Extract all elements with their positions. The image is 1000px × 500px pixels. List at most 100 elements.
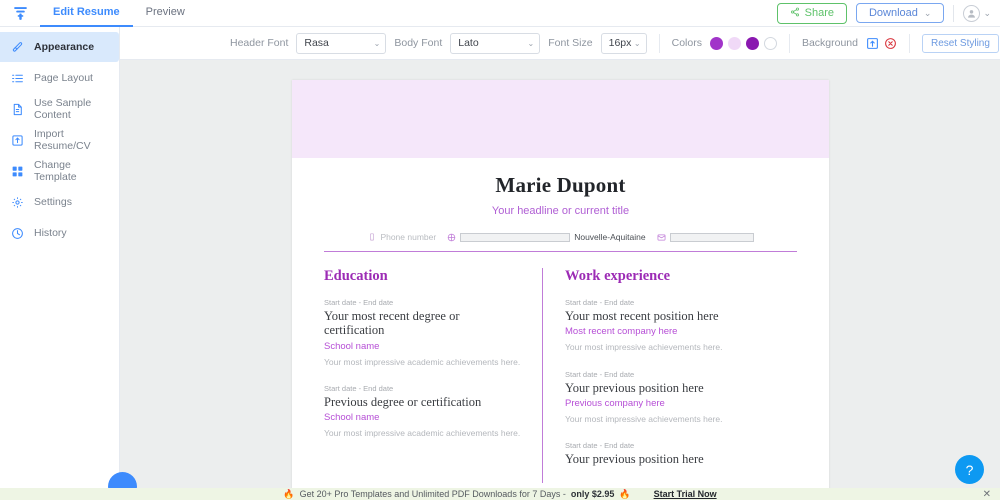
entry-title: Previous degree or certification — [324, 395, 482, 410]
work-entry[interactable]: Start date - End date Your most recent p… — [565, 298, 797, 354]
header-font-label: Header Font — [230, 37, 289, 49]
work-section-title[interactable]: Work experience — [565, 268, 797, 285]
work-entry[interactable]: Start date - End date Your previous posi… — [565, 441, 797, 466]
user-avatar-icon — [963, 4, 981, 22]
header-divider — [324, 251, 797, 252]
styling-toolbar: Header Font Rasa ⌄ Body Font Lato ⌄ Font… — [120, 27, 1000, 60]
chevron-down-icon: ⌄ — [983, 7, 991, 18]
color-swatches — [709, 36, 777, 50]
account-menu[interactable]: ⌄ — [963, 4, 991, 22]
contact-email[interactable] — [657, 232, 754, 242]
phone-icon — [367, 233, 376, 242]
entry-organization: Most recent company here — [565, 326, 678, 338]
share-button-label: Share — [804, 7, 834, 19]
clock-icon — [10, 226, 25, 241]
header-font-value: Rasa — [304, 37, 329, 49]
promo-text: Get 20+ Pro Templates and Unlimited PDF … — [299, 489, 566, 499]
header-font-select[interactable]: Rasa ⌄ — [296, 32, 387, 54]
resume-name[interactable]: Marie Dupont — [324, 173, 797, 198]
chevron-down-icon: ⌄ — [633, 38, 641, 48]
font-size-label: Font Size — [548, 37, 593, 49]
list-layout-icon — [10, 71, 25, 86]
resume-page[interactable]: Marie Dupont Your headline or current ti… — [292, 80, 829, 488]
work-entry[interactable]: Start date - End date Your previous posi… — [565, 370, 797, 426]
tab-preview[interactable]: Preview — [133, 0, 198, 27]
location-icon — [447, 233, 456, 242]
education-entry[interactable]: Start date - End date Your most recent d… — [324, 298, 522, 368]
promo-price: only $2.95 — [570, 489, 615, 499]
share-nodes-icon — [790, 7, 800, 20]
contact-phone-label: Phone number — [380, 232, 437, 242]
sidebar-item-label: Change Template — [34, 159, 77, 183]
resume-headline[interactable]: Your headline or current title — [324, 205, 797, 217]
chevron-down-icon: ⌄ — [373, 38, 381, 48]
top-bar-actions: Share Download ⌄ ⌄ — [776, 2, 1000, 24]
sidebar-item-page-layout[interactable]: Page Layout — [0, 63, 119, 93]
reset-styling-button[interactable]: Reset Styling — [922, 33, 999, 53]
font-size-select[interactable]: 16px ⌄ — [600, 32, 647, 54]
color-swatch-4[interactable] — [763, 36, 777, 50]
contact-location-placeholder-field[interactable] — [460, 232, 571, 242]
funnel-logo-icon[interactable] — [0, 5, 40, 22]
flame-icon: 🔥 — [283, 488, 295, 499]
education-column: Education Start date - End date Your mos… — [324, 268, 542, 483]
entry-description: Your most impressive achievements here. — [565, 414, 723, 425]
resume-banner[interactable] — [292, 80, 829, 158]
contact-location-label: Nouvelle-Aquitaine — [574, 232, 646, 242]
sidebar-item-label: Import Resume/CV — [34, 128, 91, 152]
contact-phone[interactable]: Phone number — [367, 232, 436, 242]
download-button-label: Download — [868, 7, 918, 19]
start-trial-link[interactable]: Start Trial Now — [654, 489, 717, 499]
chevron-down-icon: ⌄ — [527, 38, 535, 48]
sidebar-item-change-template[interactable]: Change Template — [0, 156, 119, 186]
sidebar-item-appearance[interactable]: Appearance — [0, 32, 119, 62]
main-tabs: Edit Resume Preview — [40, 0, 198, 27]
body-font-select[interactable]: Lato ⌄ — [450, 32, 541, 54]
divider — [909, 33, 910, 53]
color-swatch-2[interactable] — [727, 36, 741, 50]
entry-date: Start date - End date — [565, 369, 635, 379]
education-entry[interactable]: Start date - End date Previous degree or… — [324, 384, 522, 440]
entry-title: Your most recent position here — [565, 309, 719, 323]
gear-icon — [10, 195, 25, 210]
sidebar-item-label: Use Sample Content — [34, 97, 92, 121]
colors-label: Colors — [671, 37, 702, 49]
top-bar: Edit Resume Preview Share Download ⌄ ⌄ — [0, 0, 1000, 27]
entry-date: Start date - End date — [565, 298, 635, 307]
paintbrush-icon — [10, 40, 25, 55]
remove-circle-icon[interactable] — [884, 37, 897, 50]
resume-canvas[interactable]: Marie Dupont Your headline or current ti… — [120, 60, 1000, 488]
color-swatch-1[interactable] — [709, 36, 723, 50]
entry-date: Start date - End date — [324, 298, 394, 307]
tab-preview-label: Preview — [145, 6, 185, 18]
divider — [658, 33, 660, 53]
entry-description: Your most impressive academic achievemen… — [324, 428, 521, 439]
sidebar-item-history[interactable]: History — [0, 218, 119, 248]
close-icon[interactable]: ✕ — [983, 489, 991, 500]
contact-email-placeholder-field[interactable] — [669, 232, 754, 242]
education-section-title[interactable]: Education — [324, 268, 522, 285]
tab-edit-resume[interactable]: Edit Resume — [40, 0, 133, 27]
app-root: Edit Resume Preview Share Download ⌄ ⌄ A… — [0, 0, 1000, 500]
resume-contact-row: Phone number Nouvelle-Aquitaine — [324, 232, 797, 242]
entry-organization: School name — [324, 340, 380, 352]
grid-squares-icon — [10, 164, 25, 179]
sidebar-item-use-sample-content[interactable]: Use Sample Content — [0, 94, 119, 124]
sidebar-item-label: Appearance — [34, 41, 95, 53]
share-button[interactable]: Share — [776, 2, 847, 24]
entry-organization: Previous company here — [565, 398, 665, 410]
download-button[interactable]: Download ⌄ — [855, 3, 945, 23]
resume-body: Marie Dupont Your headline or current ti… — [292, 173, 829, 483]
sidebar: Appearance Page Layout Use Sample Conten… — [0, 27, 120, 500]
entry-organization: School name — [324, 412, 380, 424]
reset-styling-label: Reset Styling — [931, 37, 990, 49]
sidebar-item-settings[interactable]: Settings — [0, 187, 119, 217]
color-swatch-3[interactable] — [745, 36, 759, 50]
upload-image-icon[interactable] — [866, 37, 879, 50]
sidebar-item-import-resume[interactable]: Import Resume/CV — [0, 125, 119, 155]
help-button[interactable]: ? — [955, 455, 984, 484]
contact-location[interactable]: Nouvelle-Aquitaine — [447, 232, 646, 242]
help-button-label: ? — [965, 461, 974, 478]
document-icon — [10, 102, 25, 117]
upload-box-icon — [10, 133, 25, 148]
